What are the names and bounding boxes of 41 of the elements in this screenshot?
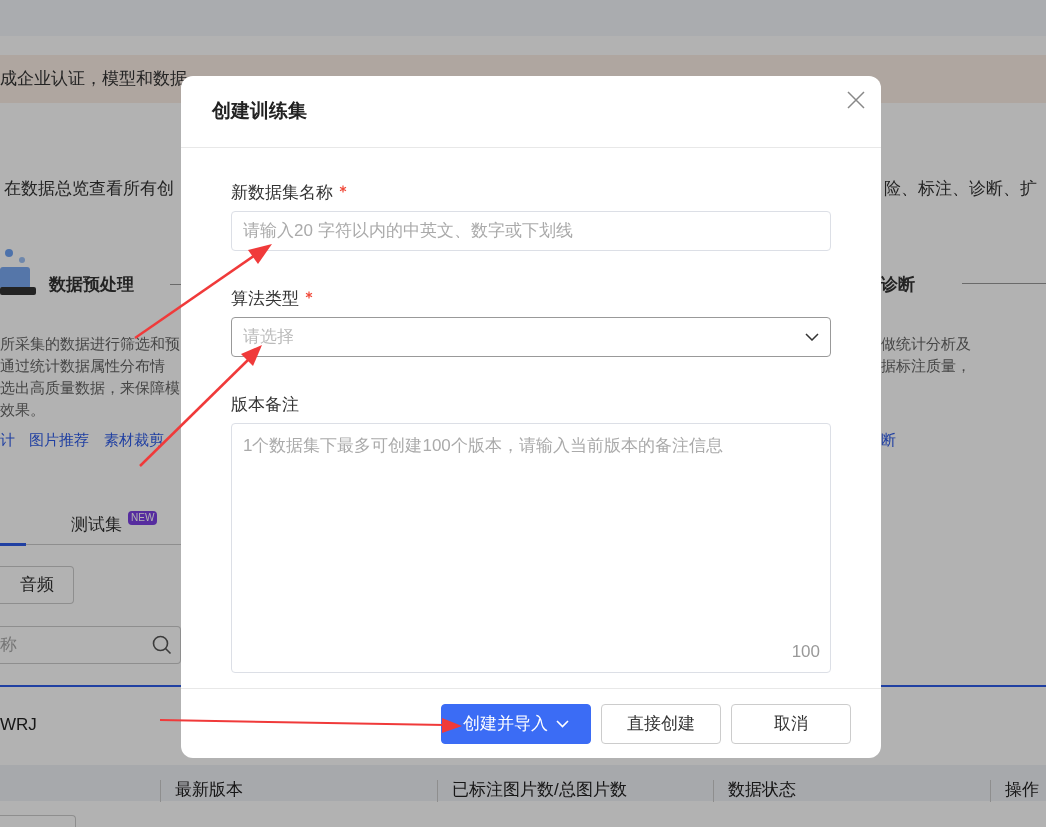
- tab-indicator[interactable]: [0, 543, 26, 546]
- card-link[interactable]: 断: [881, 429, 896, 452]
- dialog-button[interactable]: 取消: [731, 703, 851, 744]
- create-import-button[interactable]: 创建并导入: [441, 703, 591, 744]
- card-title: 诊断: [881, 274, 915, 296]
- table-cell-text: WRJ: [0, 714, 37, 736]
- card-link[interactable]: 图片推荐: [29, 429, 89, 452]
- pager-box[interactable]: [0, 815, 76, 827]
- new-badge: NEW: [128, 511, 158, 525]
- card-description: 效果。: [0, 400, 45, 420]
- field-label: 新数据集名称: [231, 182, 333, 204]
- character-counter: 100: [791, 640, 820, 663]
- column-header: 已标注图片数/总图片数: [452, 781, 627, 798]
- search-icon: [152, 635, 172, 655]
- card-description: 通过统计数据属性分布情: [0, 356, 165, 376]
- card-description: 做统计分析及: [881, 334, 971, 354]
- card-link[interactable]: 素材裁剪: [104, 429, 164, 452]
- close-icon[interactable]: [847, 90, 865, 109]
- card-description: 选出高质量数据，来保障模: [0, 378, 180, 398]
- divider-line: [170, 284, 182, 285]
- dialog-button[interactable]: 直接创建: [601, 703, 721, 744]
- column-header: 最新版本: [175, 781, 243, 798]
- dialog-title: 创建训练集: [212, 99, 307, 124]
- notes-textarea[interactable]: 1个数据集下最多可创建100个版本，请输入当前版本的备注信息 100: [231, 423, 831, 673]
- textarea-placeholder: 1个数据集下最多可创建100个版本，请输入当前版本的备注信息: [243, 435, 723, 457]
- intro-text: 在数据总览查看所有创: [4, 178, 174, 200]
- column-header: 数据状态: [728, 781, 796, 798]
- tab[interactable]: 测试集: [71, 512, 122, 538]
- filter-button[interactable]: 音频: [0, 566, 74, 604]
- field-label: 版本备注: [231, 394, 299, 416]
- intro-text: 险、标注、诊断、扩: [884, 178, 1037, 200]
- card-link[interactable]: 计: [0, 429, 15, 452]
- card-description: 所采集的数据进行筛选和预: [0, 334, 180, 354]
- search-placeholder: 称: [0, 634, 17, 657]
- card-title: 数据预处理: [49, 274, 134, 296]
- column-header: 操作: [1005, 781, 1039, 798]
- name-input-field[interactable]: 请输入20 字符以内的中英文、数字或下划线: [231, 211, 831, 251]
- card-description: 据标注质量，: [881, 356, 971, 376]
- chevron-down-icon: [805, 333, 819, 341]
- field-label: 算法类型: [231, 288, 299, 310]
- select-placeholder: 请选择: [243, 326, 294, 349]
